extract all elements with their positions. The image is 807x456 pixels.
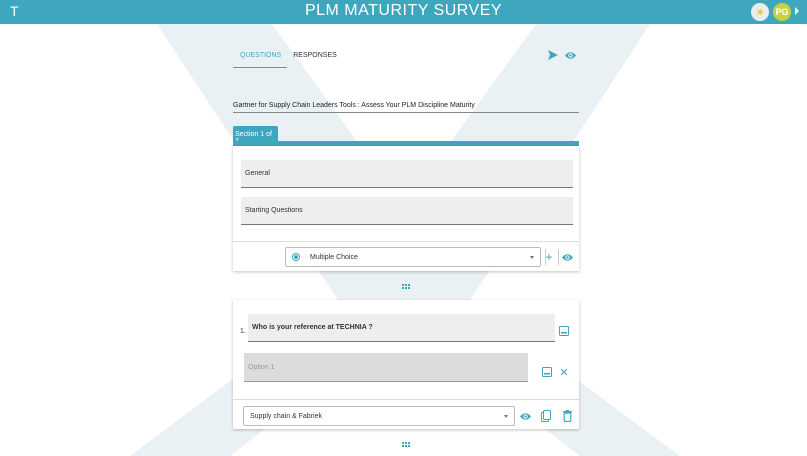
question-type-value: Multiple Choice — [310, 253, 358, 261]
section-description-field[interactable]: Starting Questions — [241, 197, 573, 225]
close-icon[interactable]: ✕ — [558, 366, 570, 379]
card-divider — [233, 399, 579, 400]
card-divider — [233, 241, 579, 242]
tab-questions[interactable]: QUESTIONS — [233, 52, 288, 68]
app-title: PLM MATURITY SURVEY — [304, 2, 503, 19]
option-input[interactable]: Option 1 — [244, 353, 528, 382]
drag-handle-icon[interactable] — [402, 442, 412, 448]
drag-handle-icon[interactable] — [402, 284, 412, 290]
preview-eye-icon[interactable] — [565, 50, 576, 61]
question-type-select[interactable]: Multiple Choice — [285, 247, 541, 267]
add-icon[interactable]: + — [544, 250, 554, 264]
tab-responses[interactable]: RESPONSES — [287, 52, 343, 68]
question-text-field[interactable]: Who is your reference at TECHNIA ? — [248, 314, 555, 342]
editor-tabs: QUESTIONS RESPONSES — [233, 52, 343, 68]
preview-eye-icon[interactable] — [562, 252, 573, 263]
image-icon[interactable] — [542, 367, 552, 377]
chevron-down-icon — [530, 256, 534, 259]
question-number: 1. — [240, 328, 246, 335]
send-icon[interactable] — [548, 50, 558, 60]
toolbar-separator — [558, 249, 559, 265]
trash-icon[interactable] — [563, 410, 572, 422]
top-app-bar: T PLM MATURITY SURVEY ☀ PG — [0, 0, 807, 24]
copy-icon[interactable] — [541, 410, 551, 422]
section-name-field[interactable]: General — [241, 160, 573, 188]
radio-icon — [292, 253, 300, 261]
image-icon[interactable] — [559, 326, 569, 336]
survey-title-input[interactable]: Gartner for Supply Chain Leaders Tools :… — [233, 102, 579, 113]
section-card: General Starting Questions Multiple Choi… — [233, 146, 579, 271]
user-avatar[interactable]: PG — [773, 3, 791, 21]
team-value: Supply chain & Fabriek — [250, 412, 322, 420]
question-card: 1. Who is your reference at TECHNIA ? Op… — [233, 300, 579, 429]
preview-eye-icon[interactable] — [520, 411, 531, 422]
survey-editor: QUESTIONS RESPONSES Gartner for Supply C… — [0, 0, 807, 456]
caret-right-icon[interactable] — [795, 7, 799, 15]
chevron-down-icon — [504, 415, 508, 418]
team-select[interactable]: Supply chain & Fabriek — [243, 406, 515, 426]
theme-sun-icon[interactable]: ☀ — [751, 3, 769, 21]
